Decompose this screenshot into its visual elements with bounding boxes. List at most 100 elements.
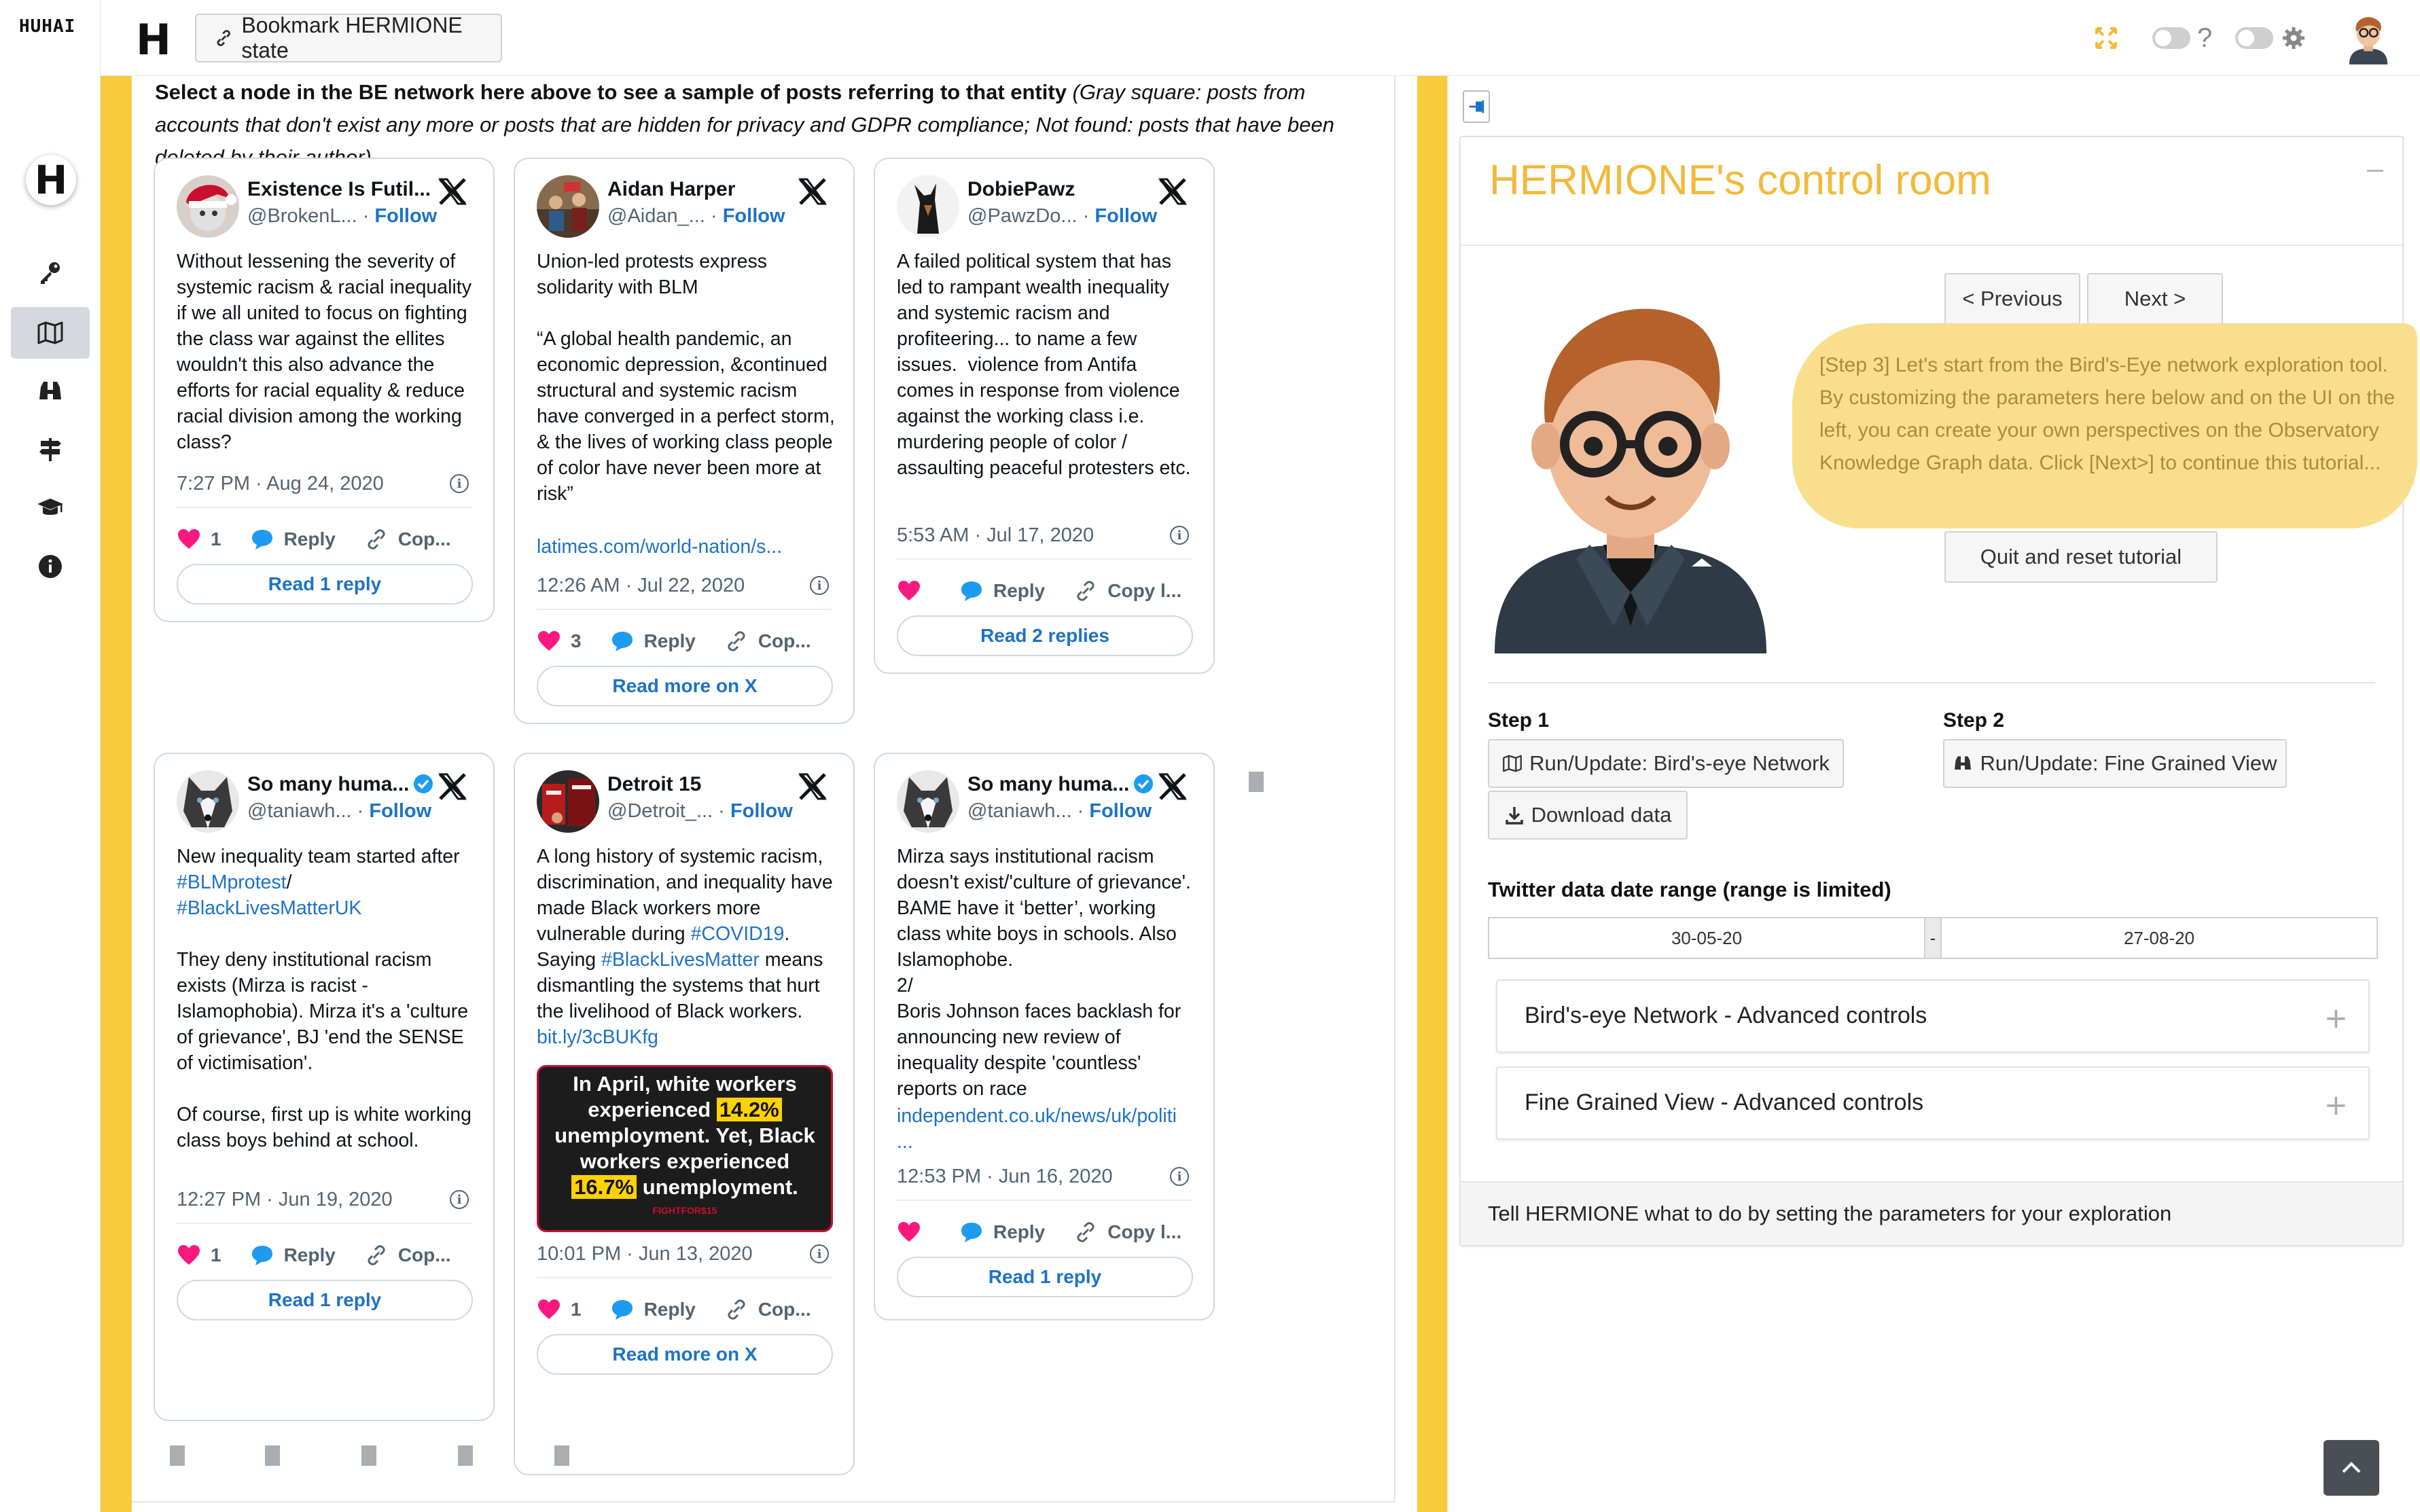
info-icon[interactable]: i [810,576,829,595]
read-more-button[interactable]: Read more on X [537,666,833,706]
follow-link[interactable]: Follow [369,800,431,822]
read-replies-button[interactable]: Read 1 reply [897,1257,1193,1297]
rail-item-info[interactable] [11,541,90,592]
info-icon[interactable]: i [810,1244,829,1263]
reply-button[interactable]: Reply [610,1297,696,1322]
author-handle[interactable]: @PawzDo... [967,205,1078,227]
tweet-card[interactable]: So many huma... @taniawh... · Follow New… [154,753,495,1421]
scroll-to-top-button[interactable] [2324,1440,2379,1496]
copy-link-button[interactable]: Cop... [724,1297,811,1322]
reply-button[interactable]: Reply [250,527,336,552]
like-button[interactable]: 1 [177,527,221,552]
follow-link[interactable]: Follow [730,800,793,822]
follow-link[interactable]: Follow [1089,800,1152,822]
rail-item-binoculars[interactable] [11,365,90,417]
date-to-input[interactable]: 27-08-20 [1940,917,2378,959]
read-more-button[interactable]: Read more on X [537,1334,833,1375]
tweet-image[interactable]: In April, white workers experienced 14.2… [537,1065,833,1232]
run-birds-eye-button[interactable]: Run/Update: Bird's-eye Network [1488,739,1844,788]
hidden-post-placeholder[interactable] [554,1445,569,1466]
help-icon[interactable]: ? [2197,23,2212,54]
rail-item-signpost[interactable] [11,424,90,475]
x-logo-icon[interactable] [1158,177,1188,206]
read-replies-button[interactable]: Read 2 replies [897,615,1193,656]
tweet-link[interactable]: bit.ly/3cBUKfg [537,1026,658,1048]
quit-tutorial-button[interactable]: Quit and reset tutorial [1944,531,2218,583]
gear-icon[interactable] [2281,26,2306,50]
hidden-post-placeholder[interactable] [170,1445,185,1466]
hidden-post-placeholder[interactable] [265,1445,280,1466]
tweet-link[interactable]: latimes.com/world-nation/s... [537,534,837,560]
reply-button[interactable]: Reply [250,1243,336,1267]
info-icon[interactable]: i [1170,526,1189,545]
tweet-link[interactable]: independent.co.uk/news/uk/politi ... [897,1103,1197,1155]
previous-button[interactable]: < Previous [1944,273,2080,325]
user-avatar[interactable] [2345,11,2391,65]
like-button[interactable] [897,579,931,603]
author-handle[interactable]: @BrokenL... [247,205,357,227]
bookmark-state-button[interactable]: Bookmark HERMIONE state [195,13,502,62]
reply-button[interactable]: Reply [610,629,696,653]
author-handle[interactable]: @Detroit_... [607,800,713,822]
hashtag-link[interactable]: #COVID19 [691,923,785,945]
tweet-timestamp[interactable]: 10:01 PM · Jun 13, 2020 [537,1243,753,1265]
avatar[interactable] [177,175,239,238]
hashtag-link[interactable]: #BlackLivesMatterUK [177,897,361,919]
rail-item-map[interactable] [11,307,90,359]
x-logo-icon[interactable] [798,177,828,206]
author-handle[interactable]: @taniawh... [967,800,1072,822]
info-icon[interactable]: i [1170,1167,1189,1186]
pin-panel-button[interactable] [1463,90,1490,123]
tweet-timestamp[interactable]: 5:53 AM · Jul 17, 2020 [897,524,1094,547]
tweet-timestamp[interactable]: 12:27 PM · Jun 19, 2020 [177,1189,393,1211]
author-name[interactable]: Detroit 15 [607,773,701,796]
x-logo-icon[interactable] [438,772,467,802]
info-icon[interactable]: i [450,1190,469,1209]
avatar[interactable] [897,770,959,833]
avatar[interactable] [537,770,599,833]
author-name[interactable]: Aidan Harper [607,178,735,201]
avatar[interactable] [897,175,959,238]
run-fine-grained-button[interactable]: Run/Update: Fine Grained View [1943,739,2287,788]
like-button[interactable] [897,1220,931,1244]
copy-link-button[interactable]: Cop... [364,1243,451,1267]
copy-link-button[interactable]: Copy l... [1073,1220,1181,1244]
follow-link[interactable]: Follow [1095,205,1157,227]
tweet-timestamp[interactable]: 7:27 PM · Aug 24, 2020 [177,473,384,495]
avatar[interactable] [177,770,239,833]
author-name[interactable]: Existence Is Futil... [247,178,431,201]
read-replies-button[interactable]: Read 1 reply [177,1280,473,1320]
reply-button[interactable]: Reply [959,579,1045,603]
avatar[interactable] [537,175,599,238]
reply-button[interactable]: Reply [959,1220,1045,1244]
download-data-button[interactable]: Download data [1488,791,1688,840]
x-logo-icon[interactable] [1158,772,1188,802]
hidden-post-placeholder[interactable] [458,1445,473,1466]
app-logo[interactable]: H [136,15,171,65]
tweet-timestamp[interactable]: 12:26 AM · Jul 22, 2020 [537,575,745,597]
plus-icon[interactable]: + [2324,1001,2348,1034]
rail-item-graduation[interactable] [11,482,90,534]
info-icon[interactable]: i [450,474,469,493]
author-name[interactable]: So many huma... [247,773,433,796]
rail-item-key[interactable] [11,247,90,299]
tweet-card[interactable]: Detroit 15 @Detroit_... · Follow A long … [514,753,855,1475]
settings-toggle[interactable] [2235,27,2274,49]
author-name[interactable]: DobiePawz [967,178,1075,201]
tweet-card[interactable]: So many huma... @taniawh... · Follow Mir… [874,753,1215,1320]
like-button[interactable]: 3 [537,629,582,653]
tweet-card[interactable]: Aidan Harper @Aidan_... · Follow Union-l… [514,158,855,724]
fine-grained-advanced-accordion[interactable]: Fine Grained View - Advanced controls + [1496,1066,2370,1140]
copy-link-button[interactable]: Copy l... [1073,579,1181,603]
x-logo-icon[interactable] [438,177,467,206]
tweet-card[interactable]: DobiePawz @PawzDo... · Follow A failed p… [874,158,1215,674]
next-button[interactable]: Next > [2087,273,2223,325]
plus-icon[interactable]: + [2324,1088,2348,1121]
expand-arrows-icon[interactable] [2094,26,2118,50]
date-from-input[interactable]: 30-05-20 [1488,917,1925,959]
tutorial-toggle[interactable] [2152,27,2190,49]
read-replies-button[interactable]: Read 1 reply [177,564,473,605]
follow-link[interactable]: Follow [723,205,785,227]
minimize-icon[interactable] [2367,170,2383,172]
tweet-card[interactable]: Existence Is Futil... @BrokenL... · Foll… [154,158,495,622]
